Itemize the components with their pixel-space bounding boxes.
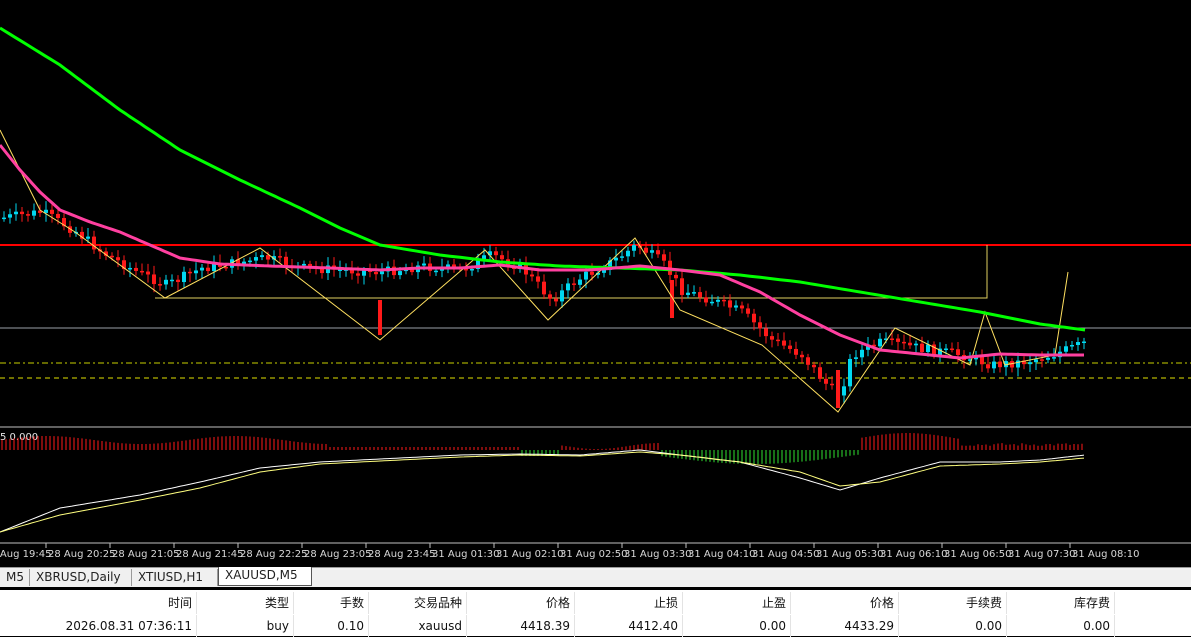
col-stoploss-header[interactable]: 止损 — [575, 592, 683, 614]
order-stoploss: 4412.40 — [575, 615, 683, 637]
tab-xauusd-m5[interactable]: XAUUSD,M5 — [218, 567, 312, 586]
time-label: 31 Aug 03:30 — [624, 549, 691, 560]
tab-m5[interactable]: M5 — [0, 569, 30, 586]
time-label: 28 Aug 21:05 — [112, 549, 179, 560]
table-row[interactable]: 2026.08.31 07:36:11 buy 0.10 xauusd 4418… — [0, 615, 1191, 637]
order-commission: 0.00 — [899, 615, 1007, 637]
time-label: 31 Aug 04:10 — [688, 549, 755, 560]
order-type: buy — [197, 615, 294, 637]
order-swap: 0.00 — [1007, 615, 1115, 637]
order-symbol: xauusd — [369, 615, 467, 637]
orders-table: 时间 类型 手数 交易品种 价格 止损 止盈 价格 手续费 库存费 2026.0… — [0, 590, 1191, 637]
order-current-price: 4433.29 — [791, 615, 899, 637]
order-takeprofit: 0.00 — [683, 615, 791, 637]
time-label: 31 Aug 08:10 — [1072, 549, 1139, 560]
chart-tabs-bar: M5 XBRUSD,Daily XTIUSD,H1 XAUUSD,M5 — [0, 567, 1191, 587]
time-label: 31 Aug 02:50 — [560, 549, 627, 560]
time-label: 31 Aug 07:30 — [1008, 549, 1075, 560]
orders-header-row: 时间 类型 手数 交易品种 价格 止损 止盈 价格 手续费 库存费 — [0, 592, 1191, 614]
candle[interactable] — [848, 354, 852, 392]
tab-xtiusd-h1[interactable]: XTIUSD,H1 — [132, 569, 218, 586]
time-label: 31 Aug 02:10 — [496, 549, 563, 560]
col-commission-header[interactable]: 手续费 — [899, 592, 1007, 614]
time-label: 28 Aug 22:25 — [240, 549, 307, 560]
col-swap-header[interactable]: 库存费 — [1007, 592, 1115, 614]
time-label: 28 Aug 21:45 — [176, 549, 243, 560]
time-label: 31 Aug 06:10 — [880, 549, 947, 560]
candle[interactable] — [836, 370, 840, 408]
time-label: 28 Aug 23:05 — [304, 549, 371, 560]
time-label: 31 Aug 06:50 — [944, 549, 1011, 560]
col-current-price-header[interactable]: 价格 — [791, 592, 899, 614]
col-symbol-header[interactable]: 交易品种 — [369, 592, 467, 614]
tab-xbrusd-daily[interactable]: XBRUSD,Daily — [30, 569, 132, 586]
col-time-header[interactable]: 时间 — [0, 592, 197, 614]
order-volume: 0.10 — [294, 615, 369, 637]
col-volume-header[interactable]: 手数 — [294, 592, 369, 614]
order-open-price: 4418.39 — [467, 615, 575, 637]
time-label: 31 Aug 01:30 — [432, 549, 499, 560]
order-time: 2026.08.31 07:36:11 — [0, 615, 197, 637]
time-label: 28 Aug 23:45 — [368, 549, 435, 560]
time-label: 31 Aug 04:50 — [752, 549, 819, 560]
time-label: 31 Aug 05:30 — [816, 549, 883, 560]
candle[interactable] — [378, 300, 382, 335]
col-type-header[interactable]: 类型 — [197, 592, 294, 614]
price-chart[interactable]: 5 0.000 28 Aug 19:4528 Aug 20:2528 Aug 2… — [0, 0, 1191, 567]
time-label: 28 Aug 19:45 — [0, 549, 51, 560]
time-label: 28 Aug 20:25 — [48, 549, 115, 560]
col-takeprofit-header[interactable]: 止盈 — [683, 592, 791, 614]
col-price-header[interactable]: 价格 — [467, 592, 575, 614]
